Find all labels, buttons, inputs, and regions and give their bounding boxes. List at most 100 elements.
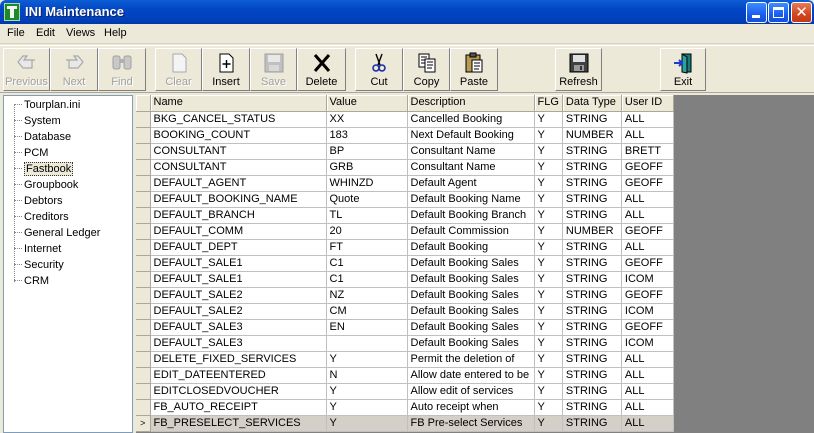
cell-data-type[interactable]: STRING bbox=[562, 191, 622, 208]
cell-name[interactable]: DEFAULT_COMM bbox=[150, 223, 327, 240]
cell-description[interactable]: Auto receipt when bbox=[407, 399, 535, 416]
cell-description[interactable]: Default Booking Sales bbox=[407, 287, 535, 304]
cell-description[interactable]: Default Booking Name bbox=[407, 191, 535, 208]
cut-button[interactable]: Cut bbox=[355, 48, 403, 91]
cell-name[interactable]: DEFAULT_DEPT bbox=[150, 239, 327, 256]
row-header[interactable] bbox=[136, 271, 151, 288]
exit-button[interactable]: Exit bbox=[660, 48, 706, 91]
cell-flg[interactable]: Y bbox=[534, 367, 563, 384]
cell-flg[interactable]: Y bbox=[534, 335, 563, 352]
cell-flg[interactable]: Y bbox=[534, 415, 563, 432]
cell-value[interactable]: FT bbox=[326, 239, 408, 256]
cell-value[interactable]: WHINZD bbox=[326, 175, 408, 192]
row-header[interactable] bbox=[136, 367, 151, 384]
cell-value[interactable]: NZ bbox=[326, 287, 408, 304]
cell-flg[interactable]: Y bbox=[534, 399, 563, 416]
cell-flg[interactable]: Y bbox=[534, 207, 563, 224]
cell-data-type[interactable]: STRING bbox=[562, 367, 622, 384]
tree-item-fastbook[interactable]: Fastbook bbox=[4, 161, 74, 177]
table-row[interactable]: BKG_CANCEL_STATUS XX Cancelled Booking Y STR… bbox=[136, 111, 674, 128]
row-header[interactable] bbox=[136, 287, 151, 304]
previous-button[interactable]: Previous bbox=[3, 48, 50, 91]
cell-description[interactable]: Allow edit of services bbox=[407, 383, 535, 400]
cell-name[interactable]: DEFAULT_SALE1 bbox=[150, 271, 327, 288]
cell-description[interactable]: Default Agent bbox=[407, 175, 535, 192]
row-header[interactable] bbox=[136, 143, 151, 160]
cell-description[interactable]: Default Booking Sales bbox=[407, 319, 535, 336]
table-row[interactable]: EDIT_DATEENTERED N Allow date entered to b… bbox=[136, 367, 674, 384]
table-row[interactable]: DEFAULT_SALE1 C1 Default Booking Sales Y STR… bbox=[136, 271, 674, 288]
menu-views[interactable]: Views bbox=[66, 27, 95, 39]
cell-flg[interactable]: Y bbox=[534, 239, 563, 256]
cell-data-type[interactable]: STRING bbox=[562, 335, 622, 352]
next-button[interactable]: Next bbox=[50, 48, 98, 91]
cell-name[interactable]: DEFAULT_SALE3 bbox=[150, 335, 327, 352]
table-row[interactable]: DEFAULT_AGENT WHINZD Default Agent Y STRING G… bbox=[136, 175, 674, 192]
cell-value[interactable]: C1 bbox=[326, 255, 408, 272]
row-header[interactable] bbox=[136, 351, 151, 368]
cell-value[interactable]: Y bbox=[326, 399, 408, 416]
cell-name[interactable]: BKG_CANCEL_STATUS bbox=[150, 111, 327, 128]
copy-button[interactable]: Copy bbox=[403, 48, 450, 91]
cell-value[interactable]: N bbox=[326, 367, 408, 384]
cell-value[interactable]: 183 bbox=[326, 127, 408, 144]
cell-user-id[interactable]: GEOFF bbox=[621, 223, 674, 240]
row-header[interactable] bbox=[136, 127, 151, 144]
cell-user-id[interactable]: ICOM bbox=[621, 335, 674, 352]
cell-description[interactable]: Default Booking Sales bbox=[407, 335, 535, 352]
cell-name[interactable]: EDITCLOSEDVOUCHER bbox=[150, 383, 327, 400]
cell-value[interactable]: Y bbox=[326, 415, 408, 432]
cell-name[interactable]: DEFAULT_SALE2 bbox=[150, 287, 327, 304]
cell-user-id[interactable]: ALL bbox=[621, 239, 674, 256]
cell-data-type[interactable]: STRING bbox=[562, 287, 622, 304]
cell-description[interactable]: Default Booking Branch bbox=[407, 207, 535, 224]
cell-description[interactable]: FB Pre-select Services bbox=[407, 415, 535, 432]
cell-description[interactable]: Consultant Name bbox=[407, 159, 535, 176]
cell-name[interactable]: DEFAULT_BRANCH bbox=[150, 207, 327, 224]
table-row[interactable]: > FB_PRESELECT_SERVICES Y FB Pre-select Ser… bbox=[136, 415, 674, 432]
cell-description[interactable]: Allow date entered to be bbox=[407, 367, 535, 384]
cell-data-type[interactable]: STRING bbox=[562, 175, 622, 192]
cell-user-id[interactable]: GEOFF bbox=[621, 255, 674, 272]
table-row[interactable]: CONSULTANT GRB Consultant Name Y STRING GEOFF bbox=[136, 159, 674, 176]
cell-data-type[interactable]: STRING bbox=[562, 255, 622, 272]
cell-value[interactable]: Quote bbox=[326, 191, 408, 208]
row-header[interactable] bbox=[136, 319, 151, 336]
cell-name[interactable]: FB_AUTO_RECEIPT bbox=[150, 399, 327, 416]
column-header-user-id[interactable]: User ID bbox=[621, 95, 674, 112]
cell-name[interactable]: DEFAULT_SALE1 bbox=[150, 255, 327, 272]
cell-flg[interactable]: Y bbox=[534, 351, 563, 368]
column-header-name[interactable]: Name bbox=[150, 95, 327, 112]
table-row[interactable]: DEFAULT_BRANCH TL Default Booking Branch Y S… bbox=[136, 207, 674, 224]
cell-data-type[interactable]: STRING bbox=[562, 271, 622, 288]
row-header[interactable] bbox=[136, 111, 151, 128]
cell-data-type[interactable]: STRING bbox=[562, 319, 622, 336]
row-header[interactable] bbox=[136, 383, 151, 400]
cell-user-id[interactable]: ALL bbox=[621, 191, 674, 208]
clear-button[interactable]: Clear bbox=[155, 48, 202, 91]
table-row[interactable]: DEFAULT_SALE1 C1 Default Booking Sales Y STR… bbox=[136, 255, 674, 272]
table-row[interactable]: DELETE_FIXED_SERVICES Y Permit the deletio… bbox=[136, 351, 674, 368]
row-header[interactable] bbox=[136, 255, 151, 272]
cell-data-type[interactable]: STRING bbox=[562, 351, 622, 368]
cell-name[interactable]: DEFAULT_AGENT bbox=[150, 175, 327, 192]
paste-button[interactable]: Paste bbox=[450, 48, 498, 91]
tree-item-groupbook[interactable]: Groupbook bbox=[4, 177, 78, 193]
cell-user-id[interactable]: ICOM bbox=[621, 303, 674, 320]
cell-value[interactable]: GRB bbox=[326, 159, 408, 176]
table-row[interactable]: CONSULTANT BP Consultant Name Y STRING BRETT bbox=[136, 143, 674, 160]
cell-user-id[interactable]: ALL bbox=[621, 383, 674, 400]
cell-value[interactable]: 20 bbox=[326, 223, 408, 240]
cell-data-type[interactable]: STRING bbox=[562, 303, 622, 320]
tree-item-general-ledger[interactable]: General Ledger bbox=[4, 225, 100, 241]
cell-value[interactable]: C1 bbox=[326, 271, 408, 288]
row-header[interactable] bbox=[136, 159, 151, 176]
table-row[interactable]: DEFAULT_COMM 20 Default Commission Y NUMBER G… bbox=[136, 223, 674, 240]
cell-name[interactable]: EDIT_DATEENTERED bbox=[150, 367, 327, 384]
cell-user-id[interactable]: ALL bbox=[621, 207, 674, 224]
table-row[interactable]: DEFAULT_SALE2 NZ Default Booking Sales Y STR… bbox=[136, 287, 674, 304]
menu-edit[interactable]: Edit bbox=[36, 27, 55, 39]
tree-item-internet[interactable]: Internet bbox=[4, 241, 61, 257]
save-button[interactable]: Save bbox=[250, 48, 297, 91]
find-button[interactable]: Find bbox=[98, 48, 146, 91]
